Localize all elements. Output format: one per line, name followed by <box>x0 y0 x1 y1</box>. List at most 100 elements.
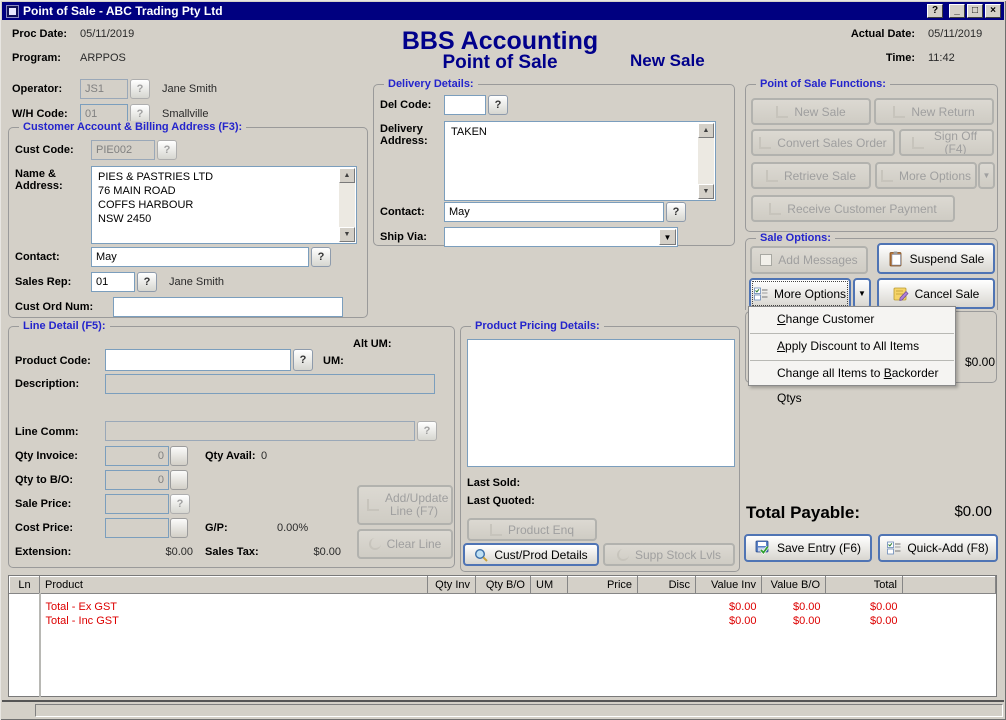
ship-via-combo[interactable] <box>444 227 678 247</box>
scroll-down-icon[interactable] <box>698 184 714 199</box>
scroll-up-icon[interactable] <box>698 123 714 138</box>
total-inc-gst-label: Total - Inc GST <box>40 613 428 629</box>
app-icon <box>6 5 19 18</box>
line-comm-field <box>105 421 415 441</box>
sign-off-button: Sign Off (F4) <box>899 129 994 156</box>
clear-line-button: Clear Line <box>357 529 453 559</box>
qty-bo-label: Qty to B/O: <box>15 474 73 486</box>
name-address-box[interactable]: PIES & PASTRIES LTD 76 MAIN ROAD COFFS H… <box>91 166 357 244</box>
suspend-sale-button[interactable]: Suspend Sale <box>877 243 995 274</box>
product-code-field[interactable] <box>105 349 291 371</box>
line-comm-label: Line Comm: <box>15 426 79 438</box>
maximize-button[interactable]: □ <box>967 4 983 18</box>
new-sale-button: New Sale <box>751 98 871 125</box>
description-label: Description: <box>15 378 79 390</box>
status-bar <box>2 700 1004 718</box>
cust-ord-num-field[interactable] <box>113 297 343 317</box>
delivery-address-scrollbar[interactable] <box>698 123 714 199</box>
col-qty-bo: Qty B/O <box>476 577 531 594</box>
sales-tax-label: Sales Tax: <box>205 546 259 558</box>
more-options-button[interactable]: More Options <box>749 278 851 309</box>
program-label: Program: <box>12 52 61 64</box>
menu-item-apply-discount[interactable]: Apply Discount to All Items <box>750 334 954 359</box>
billing-contact-field[interactable] <box>91 247 309 267</box>
qty-avail-value: 0 <box>261 450 267 462</box>
operator-name: Jane Smith <box>162 83 217 95</box>
delivery-contact-lookup-button[interactable]: ? <box>666 202 686 222</box>
title-bar: Point of Sale - ABC Trading Pty Ltd ? _ … <box>2 2 1004 20</box>
product-enq-button: Product Enq <box>467 518 597 541</box>
delivery-contact-label: Contact: <box>380 206 425 218</box>
supp-stock-lvls-button: Supp Stock Lvls <box>603 543 735 566</box>
sale-options-group: Sale Options: Add Messages Suspend Sale … <box>745 238 998 310</box>
col-qty-inv: Qty Inv <box>428 577 476 594</box>
more-options-disabled-button: More Options <box>875 162 977 189</box>
delivery-contact-field[interactable] <box>444 202 664 222</box>
convert-sales-order-button: Convert Sales Order <box>751 129 895 156</box>
close-button[interactable]: × <box>985 4 1001 18</box>
qty-bo-spinner <box>170 470 188 490</box>
total-payable-value: $0.00 <box>900 503 992 520</box>
menu-item-change-customer[interactable]: Change Customer <box>750 307 954 332</box>
table-row: Total - Inc GST $0.00 $0.00 $0.00 <box>10 613 996 629</box>
product-code-lookup-button[interactable]: ? <box>293 349 313 371</box>
delivery-address-box[interactable]: TAKEN <box>444 121 716 201</box>
app-subtitle: Point of Sale <box>340 52 660 74</box>
sales-tax-value: $0.00 <box>293 546 341 558</box>
alt-um-label: Alt UM: <box>353 338 392 350</box>
quick-add-button[interactable]: Quick-Add (F8) <box>878 534 998 562</box>
last-sold-label: Last Sold: <box>467 477 520 489</box>
scroll-up-icon[interactable] <box>339 168 355 183</box>
minimize-button[interactable]: _ <box>949 4 965 18</box>
billing-contact-label: Contact: <box>15 251 60 263</box>
product-pricing-title: Product Pricing Details: <box>471 320 604 332</box>
window-title: Point of Sale - ABC Trading Pty Ltd <box>23 4 223 18</box>
add-update-line-icon <box>367 499 379 511</box>
pos-functions-group: Point of Sale Functions: New Sale New Re… <box>745 84 998 232</box>
cancel-note-icon <box>893 286 909 302</box>
qty-invoice-spinner <box>170 446 188 466</box>
table-row: Total - Ex GST $0.00 $0.00 $0.00 <box>10 594 996 613</box>
save-icon <box>755 540 771 556</box>
cust-code-label: Cust Code: <box>15 144 74 156</box>
new-return-icon <box>893 106 905 118</box>
proc-date-value: 05/11/2019 <box>80 28 134 40</box>
menu-item-change-backorder[interactable]: Change all Items to Backorder Qtys <box>750 361 954 386</box>
cancel-sale-button[interactable]: Cancel Sale <box>877 278 995 309</box>
sales-rep-field[interactable] <box>91 272 135 292</box>
col-product: Product <box>40 577 428 594</box>
pos-functions-title: Point of Sale Functions: <box>756 78 890 90</box>
clipboard-icon <box>888 251 904 267</box>
more-options-icon <box>881 170 893 182</box>
receive-payment-icon <box>769 203 781 215</box>
product-enq-icon <box>490 524 502 536</box>
cust-prod-details-button[interactable]: Cust/Prod Details <box>463 543 599 566</box>
del-code-lookup-button[interactable]: ? <box>488 95 508 115</box>
billing-contact-lookup-button[interactable]: ? <box>311 247 331 267</box>
extension-label: Extension: <box>15 546 71 558</box>
help-button[interactable]: ? <box>927 4 943 18</box>
qty-avail-label: Qty Avail: <box>205 450 256 462</box>
more-options-disabled-arrow: ▼ <box>978 162 995 189</box>
more-options-arrow-button[interactable]: ▼ <box>853 278 871 309</box>
sale-options-title: Sale Options: <box>756 232 835 244</box>
inc-gst-value-bo: $0.00 <box>762 613 826 629</box>
del-code-label: Del Code: <box>380 99 431 111</box>
del-code-field[interactable] <box>444 95 486 115</box>
save-entry-button[interactable]: Save Entry (F6) <box>744 534 872 562</box>
name-address-text: PIES & PASTRIES LTD 76 MAIN ROAD COFFS H… <box>98 170 336 241</box>
sale-price-lookup-button: ? <box>170 494 190 514</box>
col-value-bo: Value B/O <box>762 577 826 594</box>
name-address-scrollbar[interactable] <box>339 168 355 242</box>
supp-stock-icon <box>617 549 629 561</box>
scroll-down-icon[interactable] <box>339 227 355 242</box>
warehouse-name: Smallville <box>162 108 208 120</box>
grid-header-row: Ln Product Qty Inv Qty B/O UM Price Disc… <box>10 577 996 594</box>
cost-price-spinner <box>170 518 188 538</box>
col-total: Total <box>826 577 903 594</box>
sales-rep-lookup-button[interactable]: ? <box>137 272 157 292</box>
product-pricing-group: Product Pricing Details: Last Sold: Last… <box>460 326 740 572</box>
ship-via-label: Ship Via: <box>380 231 427 243</box>
chevron-down-icon[interactable] <box>659 229 676 245</box>
sign-off-icon <box>912 137 924 149</box>
